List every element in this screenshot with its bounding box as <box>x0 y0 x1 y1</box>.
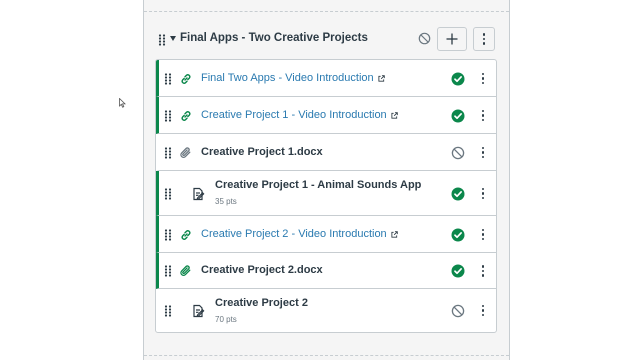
module-divider <box>144 355 509 356</box>
drag-handle-icon[interactable] <box>164 265 172 277</box>
item-title[interactable]: Creative Project 2 - Video Introduction <box>201 228 398 241</box>
link-icon <box>179 109 193 123</box>
kebab-icon[interactable] <box>477 187 489 201</box>
drag-handle-icon[interactable] <box>158 34 166 46</box>
item-title[interactable]: Creative Project 2.docx <box>201 264 323 276</box>
published-check-icon[interactable] <box>451 72 465 86</box>
published-check-icon[interactable] <box>451 187 465 201</box>
drag-handle-icon[interactable] <box>164 72 172 85</box>
module-menu-button[interactable] <box>473 27 495 51</box>
module-item[interactable]: Final Two Apps - Video Introduction <box>156 60 496 97</box>
kebab-icon[interactable] <box>477 72 489 86</box>
external-link-icon <box>391 229 398 241</box>
item-points: 35 pts <box>215 197 237 206</box>
module-item[interactable]: Creative Project 2.docx <box>156 253 496 289</box>
kebab-icon[interactable] <box>477 264 489 278</box>
published-check-icon[interactable] <box>451 228 465 242</box>
item-title-text: Creative Project 1.docx <box>201 145 323 158</box>
item-title-text: Creative Project 2 <box>215 297 308 309</box>
item-title[interactable]: Final Two Apps - Video Introduction <box>201 72 385 85</box>
external-link-icon <box>378 73 385 85</box>
item-title-text: Creative Project 2.docx <box>201 264 323 276</box>
published-check-icon[interactable] <box>451 109 465 123</box>
item-points: 70 pts <box>215 315 237 324</box>
module-items-list: Final Two Apps - Video Introduction Creat… <box>155 59 497 333</box>
paperclip-icon <box>179 146 193 160</box>
item-title[interactable]: Creative Project 1 - Animal Sounds App <box>215 179 421 191</box>
drag-handle-icon[interactable] <box>164 146 172 159</box>
plus-icon <box>446 33 458 45</box>
caret-down-icon[interactable] <box>170 36 176 41</box>
item-title[interactable]: Creative Project 1.docx <box>201 146 323 158</box>
drag-handle-icon[interactable] <box>164 228 172 241</box>
unpublished-ban-icon[interactable] <box>451 146 465 160</box>
item-title-text: Creative Project 1 - Video Introduction <box>201 108 387 121</box>
drag-handle-icon[interactable] <box>164 109 172 122</box>
module-divider <box>144 11 509 12</box>
drag-handle-icon[interactable] <box>164 187 172 200</box>
kebab-icon <box>478 32 490 46</box>
item-title-text: Creative Project 2 - Video Introduction <box>201 227 387 240</box>
add-item-button[interactable] <box>437 27 467 51</box>
link-icon <box>179 72 193 86</box>
kebab-icon[interactable] <box>477 304 489 318</box>
link-icon <box>179 228 193 242</box>
external-link-icon <box>391 110 398 122</box>
module-item[interactable]: Creative Project 1 - Video Introduction <box>156 97 496 134</box>
module-item[interactable]: Creative Project 1 - Animal Sounds App 35… <box>156 171 496 216</box>
item-title-text: Final Two Apps - Video Introduction <box>201 71 374 84</box>
module-item[interactable]: Creative Project 1.docx <box>156 134 496 171</box>
item-title[interactable]: Creative Project 1 - Video Introduction <box>201 109 398 122</box>
module-header[interactable]: Final Apps - Two Creative Projects <box>144 22 509 58</box>
item-title-text: Creative Project 1 - Animal Sounds App <box>215 179 422 191</box>
kebab-icon[interactable] <box>477 228 489 242</box>
item-title[interactable]: Creative Project 2 <box>215 297 308 309</box>
mouse-cursor-icon <box>119 98 126 108</box>
paperclip-icon <box>179 264 193 278</box>
module-title[interactable]: Final Apps - Two Creative Projects <box>180 32 368 44</box>
kebab-icon[interactable] <box>477 146 489 160</box>
published-check-icon[interactable] <box>451 264 465 278</box>
assignment-icon <box>191 187 205 201</box>
ban-icon[interactable] <box>418 32 431 50</box>
drag-handle-icon[interactable] <box>164 304 172 317</box>
unpublished-ban-icon[interactable] <box>451 304 465 318</box>
module-item[interactable]: Creative Project 2 70 pts <box>156 289 496 332</box>
assignment-icon <box>191 304 205 318</box>
module-item[interactable]: Creative Project 2 - Video Introduction <box>156 216 496 253</box>
kebab-icon[interactable] <box>477 109 489 123</box>
